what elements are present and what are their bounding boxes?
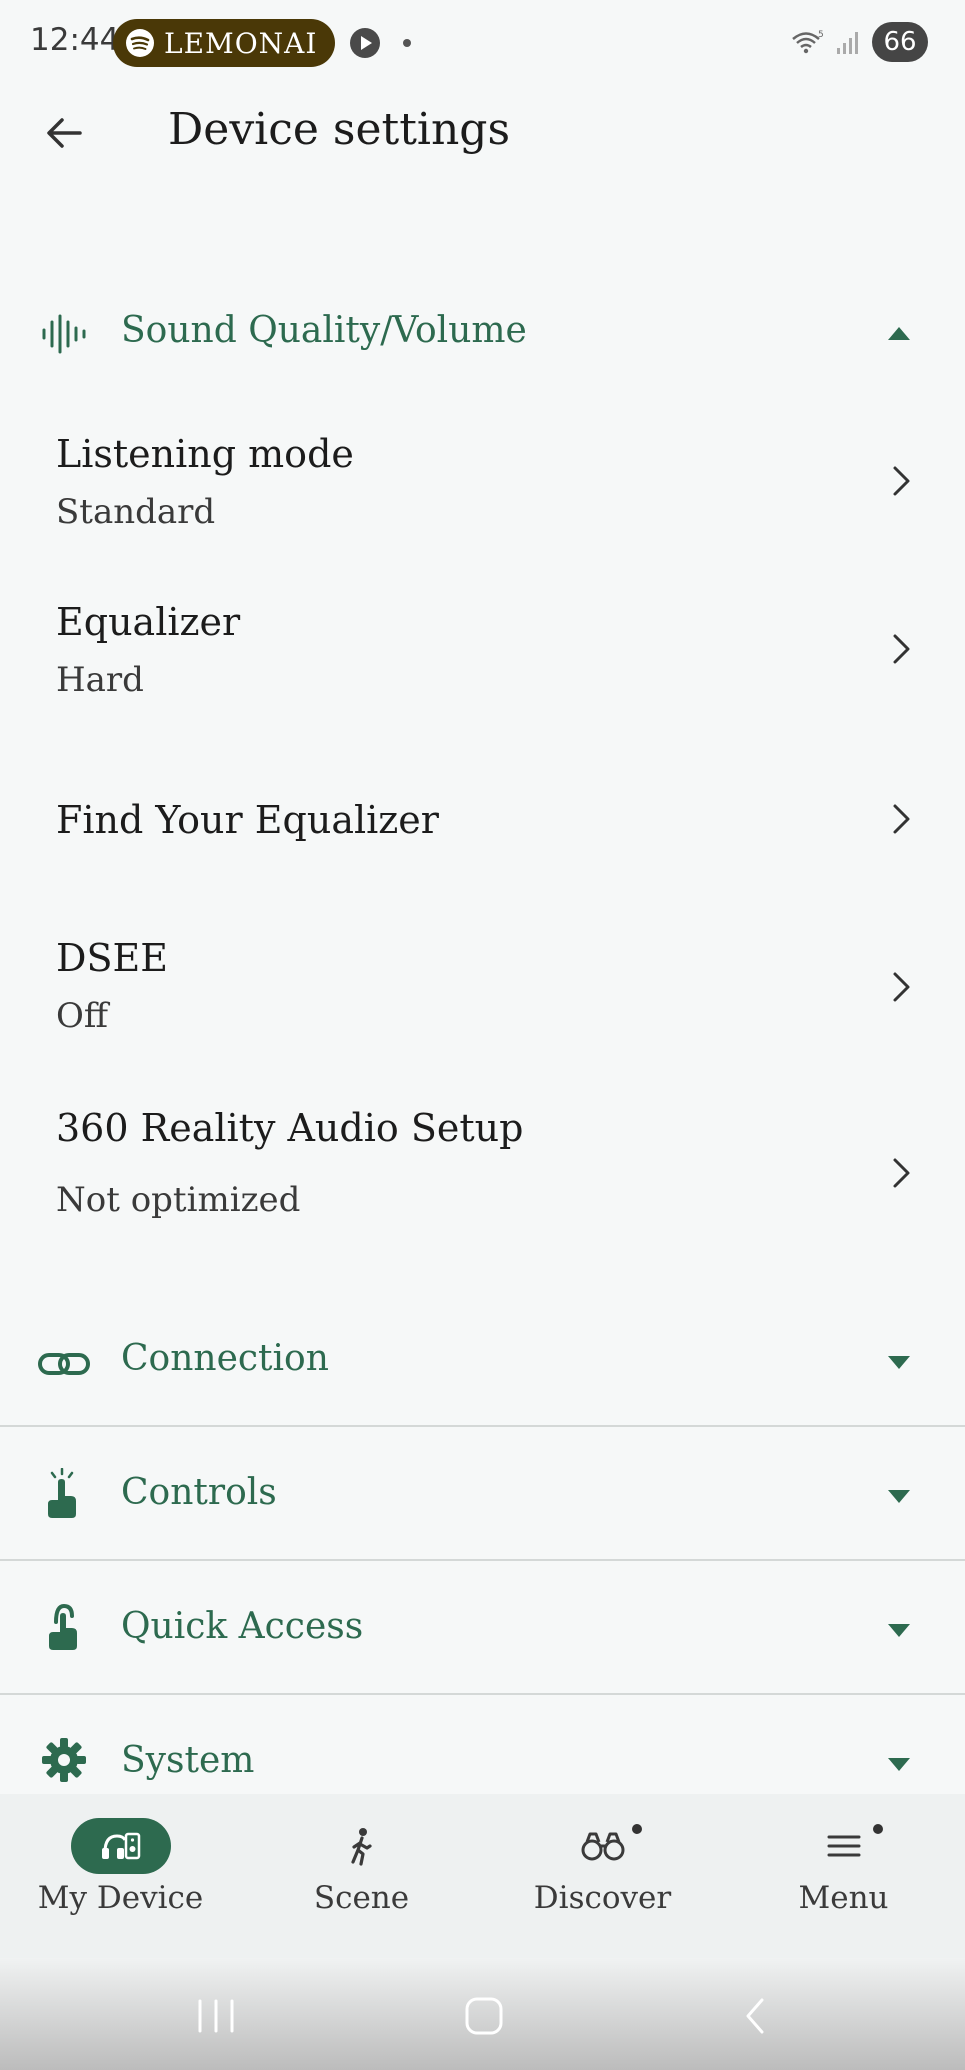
binoculars-icon <box>581 1832 624 1861</box>
home-icon[interactable] <box>464 1996 504 2036</box>
nav-label: Scene <box>313 1880 410 1916</box>
more-notifications-dot <box>403 39 411 47</box>
equalizer-row[interactable]: Equalizer Hard <box>0 580 965 720</box>
chevron-right-icon <box>893 634 910 664</box>
row-value: Hard <box>56 660 144 700</box>
listening-mode-row[interactable]: Listening mode Standard <box>0 410 965 550</box>
wifi-icon: 5 <box>792 30 824 54</box>
system-back-icon[interactable] <box>740 1996 770 2036</box>
system-navigation-bar <box>0 1958 965 2070</box>
quick-access-icon <box>49 1603 77 1650</box>
section-label: Controls <box>121 1472 277 1513</box>
section-system[interactable]: System <box>0 1708 965 1794</box>
battery-indicator: 66 <box>872 22 928 62</box>
notification-dot <box>632 1824 642 1834</box>
chevron-right-icon <box>893 972 910 1002</box>
sound-wave-icon <box>42 314 86 354</box>
section-controls[interactable]: Controls <box>0 1440 965 1558</box>
nav-active-indicator <box>70 1818 171 1874</box>
recent-apps-icon[interactable] <box>194 1998 238 2034</box>
section-label: System <box>121 1740 255 1781</box>
spotify-icon <box>126 29 154 57</box>
signal-icon <box>837 32 858 54</box>
reality-audio-setup-row[interactable]: 360 Reality Audio Setup Not optimized <box>0 1090 965 1250</box>
row-value: Not optimized <box>56 1180 301 1220</box>
section-sound-quality[interactable]: Sound Quality/Volume <box>0 278 965 388</box>
nav-label: Discover <box>533 1880 672 1916</box>
play-store-icon <box>350 28 380 58</box>
nav-discover[interactable]: Discover <box>482 1794 723 1958</box>
row-title: DSEE <box>56 936 168 980</box>
back-arrow-icon[interactable] <box>40 108 90 158</box>
page-title: Device settings <box>168 104 511 155</box>
nav-label: My Device <box>37 1880 204 1916</box>
row-title: Equalizer <box>56 600 241 644</box>
menu-icon <box>827 1835 860 1857</box>
caret-down-icon <box>888 1624 910 1637</box>
divider <box>0 1559 965 1561</box>
link-icon <box>38 1353 90 1375</box>
status-time: 12:44 <box>30 22 120 58</box>
row-title: Find Your Equalizer <box>56 798 439 842</box>
dsee-row[interactable]: DSEE Off <box>0 920 965 1060</box>
section-label: Sound Quality/Volume <box>121 310 527 351</box>
chevron-right-icon <box>893 804 910 834</box>
nav-label: Menu <box>798 1880 889 1916</box>
row-value: Standard <box>56 492 216 532</box>
chevron-right-icon <box>893 466 910 496</box>
nav-scene[interactable]: Scene <box>241 1794 482 1958</box>
section-quick-access[interactable]: Quick Access <box>0 1574 965 1692</box>
caret-up-icon <box>888 327 910 340</box>
status-bar: 12:44 LEMONAI 5 66 <box>0 0 965 86</box>
section-connection[interactable]: Connection <box>0 1308 965 1426</box>
row-title: 360 Reality Audio Setup <box>56 1106 524 1150</box>
chevron-right-icon <box>893 1158 910 1188</box>
caret-down-icon <box>888 1356 910 1369</box>
svg-text:5: 5 <box>818 30 824 40</box>
caret-down-icon <box>888 1490 910 1503</box>
row-value: Off <box>56 996 109 1036</box>
headphones-device-icon <box>101 1832 140 1860</box>
section-label: Connection <box>121 1338 329 1379</box>
nav-menu[interactable]: Menu <box>723 1794 964 1958</box>
bottom-navigation: My Device Scene Discover Menu <box>0 1794 965 1958</box>
divider <box>0 1425 965 1427</box>
walking-person-icon <box>350 1828 372 1866</box>
divider <box>0 1693 965 1695</box>
spotify-notification-pill[interactable]: LEMONAI <box>113 19 335 67</box>
find-your-equalizer-row[interactable]: Find Your Equalizer <box>0 760 965 880</box>
gear-icon <box>42 1738 86 1782</box>
section-label: Quick Access <box>121 1606 364 1647</box>
notification-dot <box>873 1824 883 1834</box>
caret-down-icon <box>888 1758 910 1771</box>
row-title: Listening mode <box>56 432 354 476</box>
nav-my-device[interactable]: My Device <box>0 1794 241 1958</box>
spotify-track-text: LEMONAI <box>164 26 318 60</box>
touch-icon <box>48 1468 76 1518</box>
